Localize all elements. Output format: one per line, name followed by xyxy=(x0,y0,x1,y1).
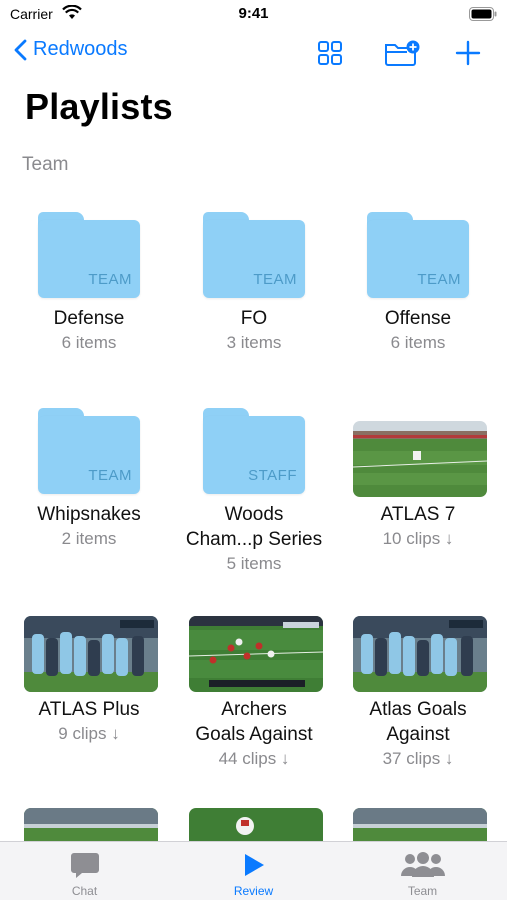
playlist-count: 3 items xyxy=(226,333,282,352)
chevron-left-icon xyxy=(14,39,27,60)
tab-team[interactable]: Team xyxy=(338,842,507,900)
status-bar: Carrier 9:41 xyxy=(0,0,507,28)
video-thumbnail xyxy=(353,421,487,497)
playlist-count: 9 clips ↓ xyxy=(58,724,120,743)
playlist-title: Offense xyxy=(384,308,452,329)
playlist-count: 5 items xyxy=(226,554,282,573)
page-title: Playlists xyxy=(25,86,173,127)
folder-icon: TEAM xyxy=(367,212,469,298)
folder-icon: TEAM xyxy=(38,212,140,298)
playlist-folder-defense[interactable]: TEAM Defense 6 items xyxy=(9,190,169,355)
playlist-video-atlas-plus[interactable]: ATLAS Plus 9 clips ↓ xyxy=(9,581,169,746)
folder-badge: STAFF xyxy=(248,467,297,484)
tab-label: Review xyxy=(233,884,274,898)
tab-label: Chat xyxy=(71,884,98,898)
play-icon xyxy=(242,850,266,880)
playlist-title-line2: Cham...p Series xyxy=(185,529,323,550)
playlist-title: Atlas Goals xyxy=(369,699,467,720)
folder-badge: TEAM xyxy=(88,271,132,288)
playlist-title: Whipsnakes xyxy=(37,504,141,525)
playlist-count: 37 clips ↓ xyxy=(382,749,454,768)
tab-label: Team xyxy=(407,884,438,898)
video-thumbnail xyxy=(189,616,323,692)
playlist-video-atlas-goals-against[interactable]: Atlas Goals Against 37 clips ↓ xyxy=(338,581,498,771)
playlist-title: ATLAS 7 xyxy=(380,504,456,525)
team-icon xyxy=(399,850,447,880)
playlist-title: Defense xyxy=(53,308,125,329)
grid-icon xyxy=(318,41,342,65)
section-header: Team xyxy=(22,154,69,175)
folder-icon: TEAM xyxy=(203,212,305,298)
playlist-count: 10 clips ↓ xyxy=(382,529,454,548)
playlist-video-atlas-7[interactable]: ATLAS 7 10 clips ↓ xyxy=(338,386,498,551)
playlist-count: 6 items xyxy=(61,333,117,352)
navbar: Redwoods xyxy=(0,32,507,72)
playlist-folder-fo[interactable]: TEAM FO 3 items xyxy=(174,190,334,355)
playlist-video-archers-goals-against[interactable]: Archers Goals Against 44 clips ↓ xyxy=(174,581,334,771)
playlist-count: 44 clips ↓ xyxy=(218,749,290,768)
back-label: Redwoods xyxy=(33,38,128,60)
tab-bar: Chat Review Team xyxy=(0,841,507,900)
playlist-title-line2: Goals Against xyxy=(195,724,313,745)
add-button[interactable] xyxy=(452,38,484,68)
playlist-title: ATLAS Plus xyxy=(38,699,140,720)
grid-view-button[interactable] xyxy=(314,38,346,68)
playlist-title-line2: Against xyxy=(386,724,450,745)
plus-icon xyxy=(455,40,481,66)
folder-icon: STAFF xyxy=(203,408,305,494)
video-thumbnail xyxy=(24,616,158,692)
back-button[interactable]: Redwoods xyxy=(14,38,128,61)
battery-icon xyxy=(469,7,497,26)
playlist-title: FO xyxy=(240,308,268,329)
tab-chat[interactable]: Chat xyxy=(0,842,169,900)
playlist-count: 2 items xyxy=(61,529,117,548)
playlist-count: 6 items xyxy=(390,333,446,352)
video-thumbnail xyxy=(353,616,487,692)
folder-badge-plus-icon xyxy=(385,40,420,66)
folder-icon: TEAM xyxy=(38,408,140,494)
new-folder-button[interactable] xyxy=(382,38,422,68)
folder-badge: TEAM xyxy=(88,467,132,484)
playlist-folder-whipsnakes[interactable]: TEAM Whipsnakes 2 items xyxy=(9,386,169,551)
tab-review[interactable]: Review xyxy=(169,842,338,900)
playlist-folder-offense[interactable]: TEAM Offense 6 items xyxy=(338,190,498,355)
folder-badge: TEAM xyxy=(253,271,297,288)
playlist-title: Archers xyxy=(221,699,287,720)
playlist-title: Woods xyxy=(224,504,284,525)
chat-bubble-icon xyxy=(70,850,100,880)
folder-badge: TEAM xyxy=(417,271,461,288)
status-time: 9:41 xyxy=(238,5,269,22)
playlist-folder-woods[interactable]: STAFF Woods Cham...p Series 5 items xyxy=(174,386,334,576)
